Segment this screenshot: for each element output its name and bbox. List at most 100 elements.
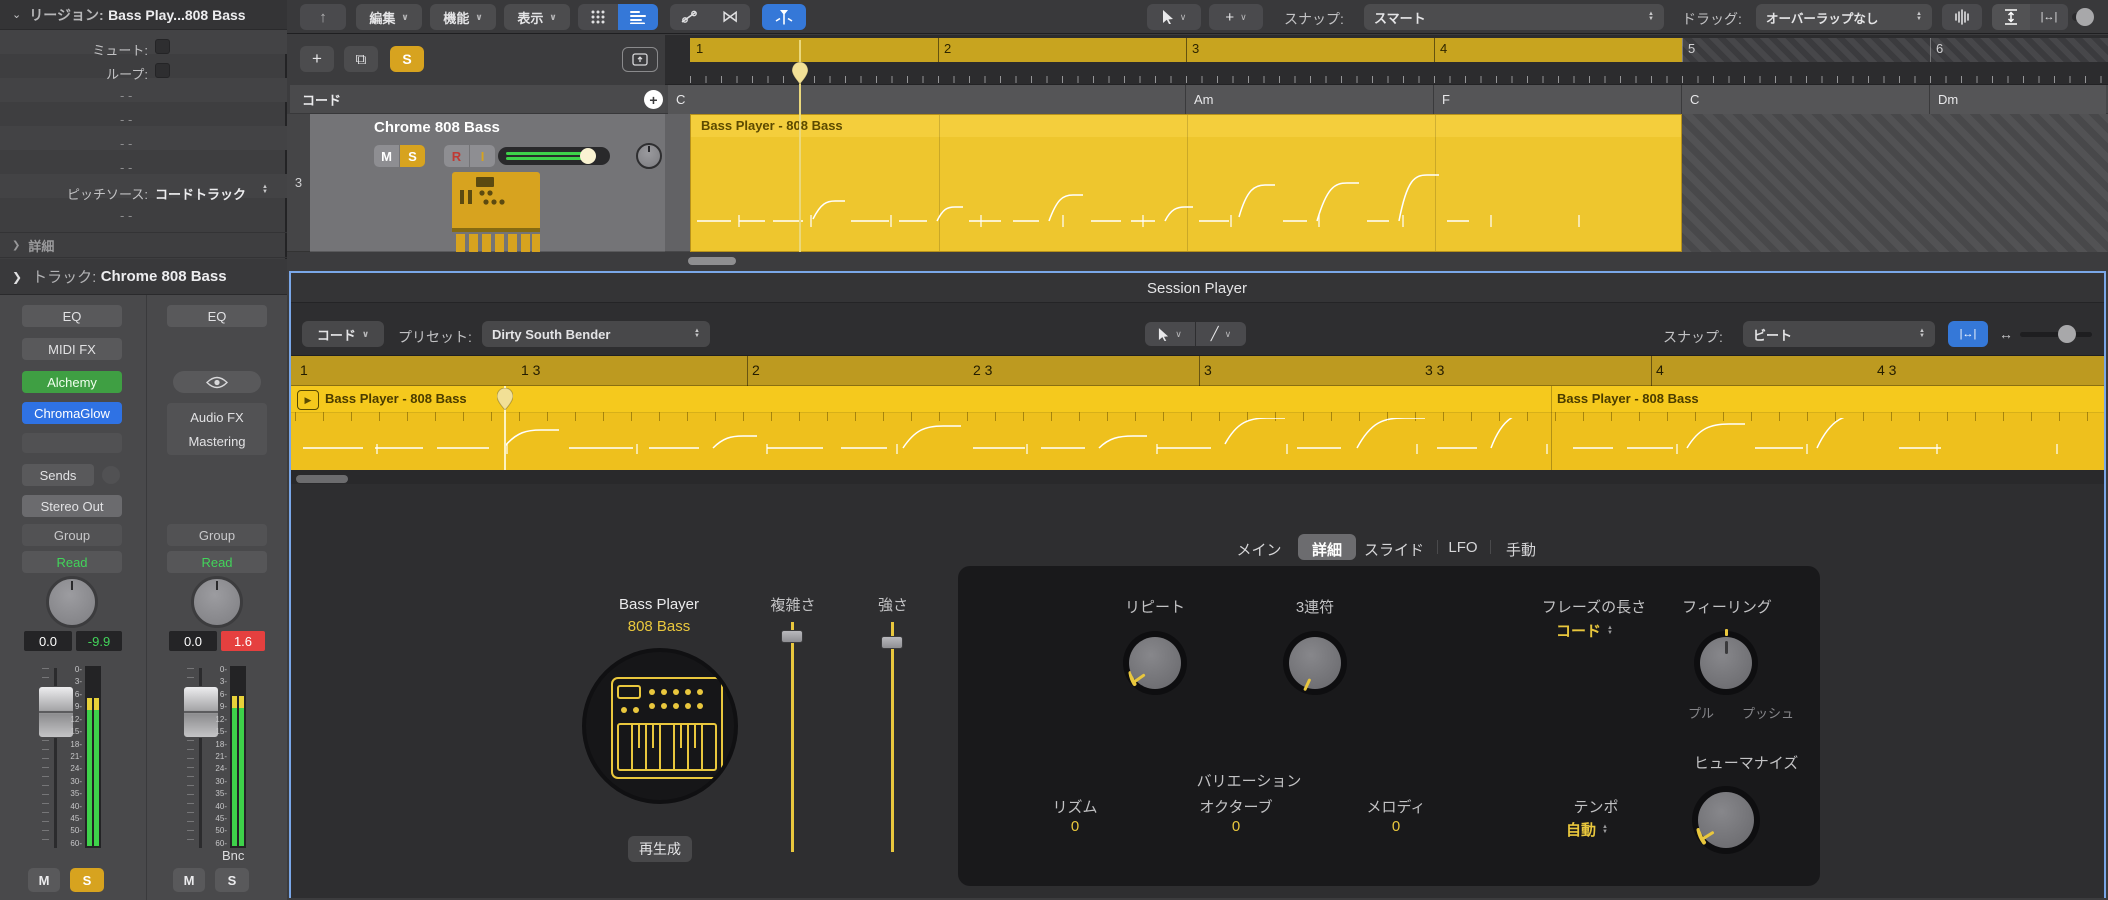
player-avatar[interactable] (582, 648, 738, 804)
waveform-zoom-button[interactable] (1942, 4, 1982, 30)
pointer-tool-menu[interactable]: ∨ (1147, 4, 1201, 30)
strip2-automation-mode[interactable]: Read (167, 551, 267, 573)
strip2-mute-button[interactable]: M (173, 868, 205, 892)
track-pan-knob[interactable] (636, 143, 662, 169)
octave-value[interactable]: 0 (1232, 818, 1240, 835)
session-snap-dropdown[interactable]: ビート ▲▼ (1743, 321, 1935, 347)
playhead-marker[interactable] (792, 62, 808, 84)
strip1-mute-button[interactable]: M (28, 868, 60, 892)
strip2-group-slot[interactable]: Group (167, 524, 267, 546)
loop-brush-button[interactable]: ⋈ (710, 4, 750, 30)
disclosure-triangle-icon[interactable]: ⌄ (12, 8, 21, 21)
catch-playhead-button[interactable] (762, 4, 806, 30)
strip1-send-knob[interactable] (102, 466, 120, 484)
library-panel-button[interactable] (622, 47, 658, 72)
vertical-zoom-slider-handle[interactable] (2076, 8, 2094, 26)
strip2-gain-value[interactable]: 1.6 (221, 631, 265, 651)
add-chord-button[interactable]: + (644, 90, 663, 109)
strip1-empty-slot[interactable] (22, 433, 122, 453)
loop-checkbox[interactable] (155, 63, 170, 78)
tab-slide[interactable]: スライド (1364, 539, 1424, 560)
global-solo-button[interactable]: S (390, 46, 424, 72)
tempo-value[interactable]: 自動 ▲▼ (1566, 819, 1608, 840)
region-inspector-header[interactable]: ⌄ リージョン: Bass Play...808 Bass (0, 0, 287, 30)
strip2-audiofx-slot[interactable]: Audio FX (167, 406, 267, 428)
add-track-button[interactable]: + (300, 46, 334, 72)
track-mute-button[interactable]: M (374, 145, 399, 167)
strip1-solo-button[interactable]: S (70, 868, 104, 892)
snap-dropdown[interactable]: スマート ▲▼ (1364, 4, 1664, 30)
edit-menu[interactable]: 編集∨ (356, 4, 422, 30)
editor-hzoom-handle[interactable] (2058, 325, 2076, 343)
mute-checkbox[interactable] (155, 39, 170, 54)
duplicate-track-button[interactable]: ⧉ (344, 46, 378, 72)
strip1-midifx-slot[interactable]: MIDI FX (22, 338, 122, 360)
session-chord-menu[interactable]: コード∨ (302, 321, 384, 347)
list-view-button[interactable] (618, 4, 658, 30)
strip1-pan-knob[interactable] (46, 576, 98, 628)
chord-cell-dm[interactable]: Dm (1930, 85, 2106, 114)
editor-region[interactable]: ▶ Bass Player - 808 Bass Bass Player - 8… (291, 386, 2104, 470)
automation-button[interactable] (670, 4, 710, 30)
humanize-knob[interactable] (1692, 786, 1760, 854)
go-up-button[interactable]: ↑ (300, 4, 346, 30)
preset-dropdown[interactable]: Dirty South Bender ▲▼ (482, 321, 710, 347)
intensity-slider-handle[interactable] (881, 636, 903, 649)
track-inspector-header[interactable]: ❯ トラック: Chrome 808 Bass (0, 259, 287, 295)
tracks-scrollbar-thumb[interactable] (688, 257, 736, 265)
track-name[interactable]: Chrome 808 Bass (374, 119, 500, 136)
tab-lfo[interactable]: LFO (1448, 539, 1477, 556)
track-record-button[interactable]: R (444, 145, 469, 167)
chord-track-header[interactable]: コード (290, 85, 665, 114)
track-solo-button[interactable]: S (400, 145, 425, 167)
chord-cell-c1[interactable]: C (668, 85, 1186, 114)
repeat-knob[interactable] (1123, 631, 1187, 695)
strip2-eq-slot[interactable]: EQ (167, 305, 267, 327)
midi-region[interactable]: Bass Player - 808 Bass (690, 114, 1682, 252)
tab-manual[interactable]: 手動 (1506, 539, 1536, 560)
functions-menu[interactable]: 機能∨ (430, 4, 496, 30)
strip1-automation-mode[interactable]: Read (22, 551, 122, 573)
region-play-button[interactable]: ▶ (297, 390, 319, 410)
phrase-length-value[interactable]: コード ▲▼ (1556, 620, 1613, 641)
rhythm-value[interactable]: 0 (1071, 818, 1079, 835)
details-disclosure[interactable]: ❯ 詳細 (0, 232, 287, 258)
regenerate-button[interactable]: 再生成 (628, 836, 692, 862)
strip1-eq-slot[interactable]: EQ (22, 305, 122, 327)
strip2-mastering-slot[interactable]: Mastering (167, 430, 267, 452)
player-preset[interactable]: 808 Bass (628, 618, 691, 635)
pitch-source-value[interactable]: コードトラック (155, 184, 246, 203)
strip2-volume-value[interactable]: 0.0 (169, 631, 217, 651)
track-input-button[interactable]: I (470, 145, 495, 167)
track-volume-handle[interactable] (580, 148, 596, 164)
zoom-to-fit-button[interactable]: |↔| (1948, 321, 1988, 347)
drag-dropdown[interactable]: オーバーラップなし ▲▼ (1756, 4, 1932, 30)
editor-scrollbar-thumb[interactable] (296, 475, 348, 483)
view-menu[interactable]: 表示∨ (504, 4, 570, 30)
editor-ruler[interactable] (291, 356, 2104, 386)
editor-pencil-tool[interactable]: ╱∨ (1196, 322, 1246, 346)
strip1-chromaglow-slot[interactable]: ChromaGlow (22, 402, 122, 424)
tracks-scrollbar[interactable] (665, 256, 2108, 266)
vertical-auto-zoom-button[interactable] (1992, 4, 2030, 30)
horizontal-auto-zoom-button[interactable]: |↔| (2030, 4, 2068, 30)
intensity-slider[interactable] (891, 622, 894, 852)
feel-knob[interactable] (1694, 631, 1758, 695)
strip1-volume-value[interactable]: 0.0 (24, 631, 72, 651)
strip2-bypass-button[interactable] (173, 371, 261, 393)
editor-hzoom-slider[interactable] (2020, 332, 2092, 337)
strip1-gain-value[interactable]: -9.9 (76, 631, 122, 651)
strip1-alchemy-slot[interactable]: Alchemy (22, 371, 122, 393)
secondary-tool-menu[interactable]: +∨ (1209, 4, 1263, 30)
pitch-source-stepper[interactable]: ▲▼ (262, 185, 268, 195)
strip1-sends-slot[interactable]: Sends (22, 464, 94, 486)
melody-value[interactable]: 0 (1392, 818, 1400, 835)
complexity-slider-handle[interactable] (781, 630, 803, 643)
grid-view-button[interactable] (578, 4, 618, 30)
triplets-knob[interactable] (1283, 631, 1347, 695)
track-volume-slider[interactable] (498, 147, 610, 165)
editor-scrollbar[interactable] (291, 474, 2104, 484)
chevron-right-icon[interactable]: ❯ (12, 270, 22, 284)
tab-details[interactable]: 詳細 (1312, 539, 1342, 560)
complexity-slider[interactable] (791, 622, 794, 852)
